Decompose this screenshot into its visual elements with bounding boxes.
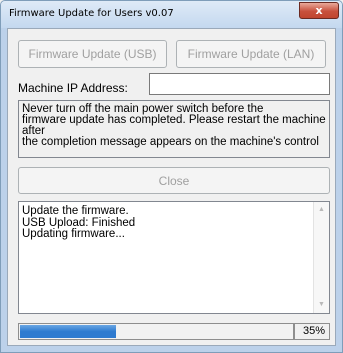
title-bar[interactable]: Firmware Update for Users v0.07 x [1, 1, 342, 28]
progress-bar [18, 323, 294, 340]
window-title: Firmware Update for Users v0.07 [9, 8, 174, 19]
log-scrollbar[interactable]: ▲ ▼ [313, 202, 329, 313]
client-area: Firmware Update (USB) Firmware Update (L… [7, 28, 336, 346]
app-window: Firmware Update for Users v0.07 x Firmwa… [0, 0, 343, 353]
scroll-up-arrow-icon[interactable]: ▲ [314, 203, 329, 217]
warning-line: the completion message appears on the ma… [22, 136, 319, 148]
scroll-down-arrow-icon[interactable]: ▼ [314, 298, 329, 312]
log-line: Updating firmware... [22, 228, 125, 240]
window-close-button[interactable]: x [299, 2, 339, 19]
warning-message: Never turn off the main power switch bef… [18, 100, 330, 158]
firmware-update-lan-button[interactable]: Firmware Update (LAN) [176, 40, 326, 68]
close-button[interactable]: Close [18, 167, 330, 194]
progress-fill [20, 325, 116, 338]
progress-percent: 35% [294, 323, 330, 340]
firmware-update-usb-button[interactable]: Firmware Update (USB) [18, 40, 167, 68]
warning-line: firmware update has completed. Please re… [22, 114, 326, 126]
log-line: Update the firmware. [22, 205, 129, 217]
machine-ip-input[interactable] [149, 73, 330, 95]
log-output[interactable]: Update the firmware. USB Upload: Finishe… [18, 201, 330, 314]
machine-ip-label: Machine IP Address: [18, 81, 128, 95]
close-icon: x [315, 4, 323, 17]
